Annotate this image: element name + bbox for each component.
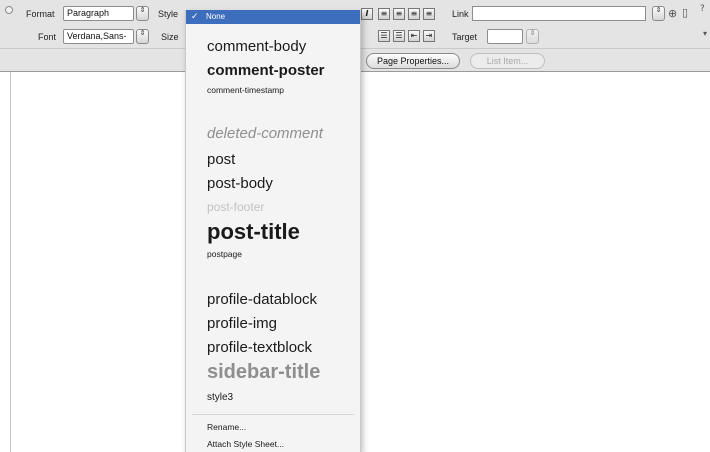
style-menu-rename[interactable]: Rename... (207, 422, 246, 432)
style-menu-item-style3[interactable]: style3 (207, 392, 233, 403)
style-menu-item-comment-poster[interactable]: comment-poster (207, 62, 325, 79)
style-dropdown-menu: ✓ None comment-body comment-poster comme… (185, 10, 361, 452)
format-select[interactable]: Paragraph (63, 6, 134, 21)
menu-separator (192, 414, 354, 415)
browse-folder-icon[interactable]: ▯ (682, 7, 688, 19)
font-stepper-icon[interactable]: ⇕ (136, 29, 149, 44)
align-center-icon[interactable]: ≡ (393, 8, 405, 20)
list-item-button[interactable]: List Item... (470, 53, 545, 69)
style-menu-item-profile-img[interactable]: profile-img (207, 315, 277, 332)
format-label: Format (26, 9, 55, 19)
style-menu-item-comment-body[interactable]: comment-body (207, 38, 306, 55)
link-stepper-icon[interactable]: ⇕ (652, 6, 665, 21)
align-right-icon[interactable]: ≡ (408, 8, 420, 20)
font-label: Font (38, 32, 57, 42)
style-menu-item-sidebar-title[interactable]: sidebar-title (207, 361, 320, 384)
target-select[interactable] (487, 29, 523, 44)
checkmark-icon: ✓ (191, 12, 199, 22)
panel-grip-icon[interactable] (5, 6, 13, 14)
style-menu-item-comment-timestamp[interactable]: comment-timestamp (207, 85, 284, 95)
page-properties-button[interactable]: Page Properties... (366, 53, 460, 69)
style-menu-item-none[interactable]: ✓ None (186, 10, 360, 24)
style-menu-item-postpage[interactable]: postpage (207, 249, 242, 259)
style-menu-attach-style-sheet[interactable]: Attach Style Sheet... (207, 439, 284, 449)
style-menu-item-post-title[interactable]: post-title (207, 219, 300, 245)
italic-button[interactable]: I (361, 8, 373, 20)
point-to-file-icon[interactable]: ⊕ (668, 8, 677, 20)
font-select[interactable]: Verdana,Sans- (63, 29, 134, 44)
document-left-edge (10, 72, 11, 452)
size-label: Size (161, 32, 179, 42)
align-left-icon[interactable]: ≡ (378, 8, 390, 20)
style-menu-item-profile-datablock[interactable]: profile-datablock (207, 291, 317, 308)
link-input[interactable] (472, 6, 646, 21)
expand-panel-icon[interactable]: ▾ (703, 28, 707, 40)
link-label: Link (452, 9, 469, 19)
style-menu-item-post-footer[interactable]: post-footer (207, 200, 264, 214)
unordered-list-icon[interactable]: ☰ (378, 30, 390, 42)
help-icon[interactable]: ? (700, 3, 705, 15)
style-menu-item-deleted-comment[interactable]: deleted-comment (207, 125, 323, 142)
ordered-list-icon[interactable]: ☰ (393, 30, 405, 42)
style-label: Style (158, 9, 179, 19)
style-menu-item-label: None (206, 12, 226, 21)
style-menu-item-post-body[interactable]: post-body (207, 175, 273, 192)
indent-icon[interactable]: ⇥ (423, 30, 435, 42)
target-stepper-icon[interactable]: ⇕ (526, 29, 539, 44)
target-label: Target (452, 32, 478, 42)
style-menu-item-post[interactable]: post (207, 151, 235, 168)
style-menu-item-profile-textblock[interactable]: profile-textblock (207, 339, 312, 356)
outdent-icon[interactable]: ⇤ (408, 30, 420, 42)
format-stepper-icon[interactable]: ⇕ (136, 6, 149, 21)
align-justify-icon[interactable]: ≡ (423, 8, 435, 20)
